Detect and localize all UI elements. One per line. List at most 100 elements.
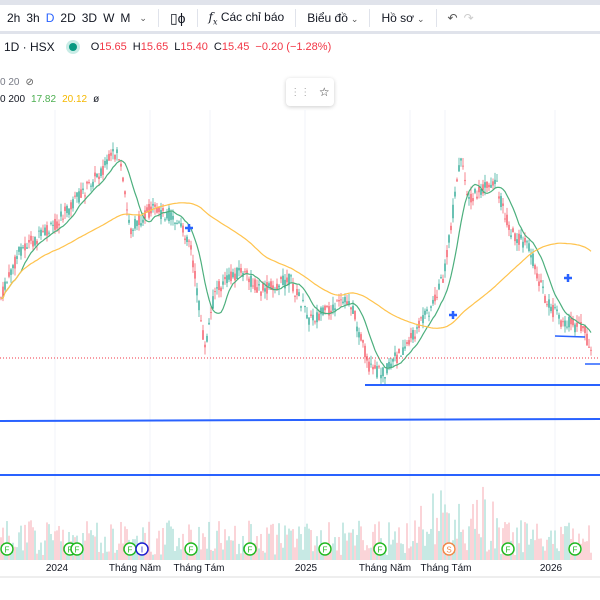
candle-body [34,236,36,246]
profile-button[interactable]: Hồ sơ ⌄ [378,11,427,25]
object-tree-icon[interactable]: ☆ [319,85,330,99]
candle-body [254,279,256,291]
candle-body [62,218,64,220]
ohlc-low: L15.40 [174,41,208,53]
candle-body [436,296,438,298]
volume-bar [148,521,150,560]
volume-bar [40,542,42,560]
candle-body [530,255,532,258]
axis-label: 2025 [294,563,318,574]
volume-bar [332,543,334,560]
candle-body [72,199,74,209]
candle-body [234,273,236,281]
volume-bar [24,524,26,560]
volume-bar [182,533,184,560]
volume-bar [266,527,268,560]
volume-bar [288,528,290,560]
symbol-label[interactable]: 1D · HSX [4,40,55,54]
interval-w[interactable]: W [100,11,117,25]
candle-body [140,223,142,226]
volume-bar [366,545,368,560]
volume-bar [258,548,260,560]
volume-bar [434,544,436,560]
drag-handle-icon[interactable]: ⋮⋮ [290,87,310,98]
price-chart[interactable]: FFFFIFFFFSFF [0,110,600,565]
candle-body [548,299,550,308]
candle-body [76,192,78,197]
indicator-ma200[interactable]: 0 200 17.82 20.12 ø [0,94,99,105]
event-marker-label: F [248,546,253,555]
candle-body [200,320,202,322]
volume-bar [286,534,288,560]
candle-body [294,295,296,297]
candle-body [152,203,154,206]
candle-body [100,168,102,177]
candle-body [302,299,304,301]
candle-body [438,283,440,290]
volume-bar [502,528,504,560]
candle-body [566,326,568,328]
volume-bar [26,542,28,560]
candle-body [278,285,280,288]
interval-2h[interactable]: 2h [4,11,23,25]
candle-body [156,207,158,213]
candle-body [336,300,338,302]
undo-icon[interactable]: ↶ [445,11,461,25]
indicator-ma20[interactable]: 0 20 ⊘ [0,77,34,88]
event-marker-label: F [506,546,511,555]
candle-body [30,235,32,241]
candle-body [206,335,208,342]
interval-3d[interactable]: 3D [79,11,100,25]
candle-body [174,222,176,224]
interval-2d[interactable]: 2D [57,11,78,25]
candle-body [384,376,386,379]
interval-dropdown-chevron-icon[interactable]: ⌄ [136,13,150,24]
volume-bar [498,527,500,560]
candle-body [382,367,384,377]
volume-bar [440,490,442,560]
time-axis[interactable]: 2024 Tháng Năm Tháng Tám 2025 Tháng Năm … [0,560,600,578]
candle-body [188,240,190,242]
volume-bar [172,528,174,560]
indicator-label: 0 200 [0,94,26,105]
interval-m[interactable]: M [117,11,133,25]
volume-bar [150,551,152,560]
candle-body [342,301,344,304]
volume-bar [166,522,168,560]
volume-bar [292,529,294,560]
candle-body [132,229,134,231]
candle-body [232,272,234,278]
candle-body [402,347,404,355]
volume-bar [438,531,440,560]
volume-bar [562,534,564,560]
candle-body [414,336,416,339]
candle-body [224,276,226,280]
interval-3h[interactable]: 3h [23,11,42,25]
candle-body [134,218,136,229]
chart-type-button[interactable]: Biểu đồ ⌄ [304,11,361,25]
volume-bar [204,536,206,560]
profile-label: Hồ sơ [381,11,414,25]
candle-body [68,208,70,215]
interval-d[interactable]: D [43,11,58,25]
candlestick-icon[interactable]: ▯ϕ [167,10,189,27]
redo-icon[interactable]: ↷ [461,11,477,25]
indicators-button[interactable]: fx Các chỉ báo [206,10,288,26]
candle-body [102,166,104,175]
candle-body [318,313,320,321]
volume-bar [60,541,62,560]
volume-bar [170,526,172,560]
candle-body [434,294,436,302]
volume-bar [354,545,356,560]
candle-body [498,196,500,199]
hidden-eye-icon[interactable]: ⊘ [25,77,33,88]
indicators-label: Các chỉ báo [220,9,285,24]
candle-body [202,330,204,340]
axis-label: 2026 [539,563,563,574]
candle-body [396,354,398,364]
candle-body [256,287,258,293]
candle-body [64,206,66,212]
volume-bar [48,524,50,560]
volume-bar [542,546,544,560]
candle-body [448,235,450,243]
